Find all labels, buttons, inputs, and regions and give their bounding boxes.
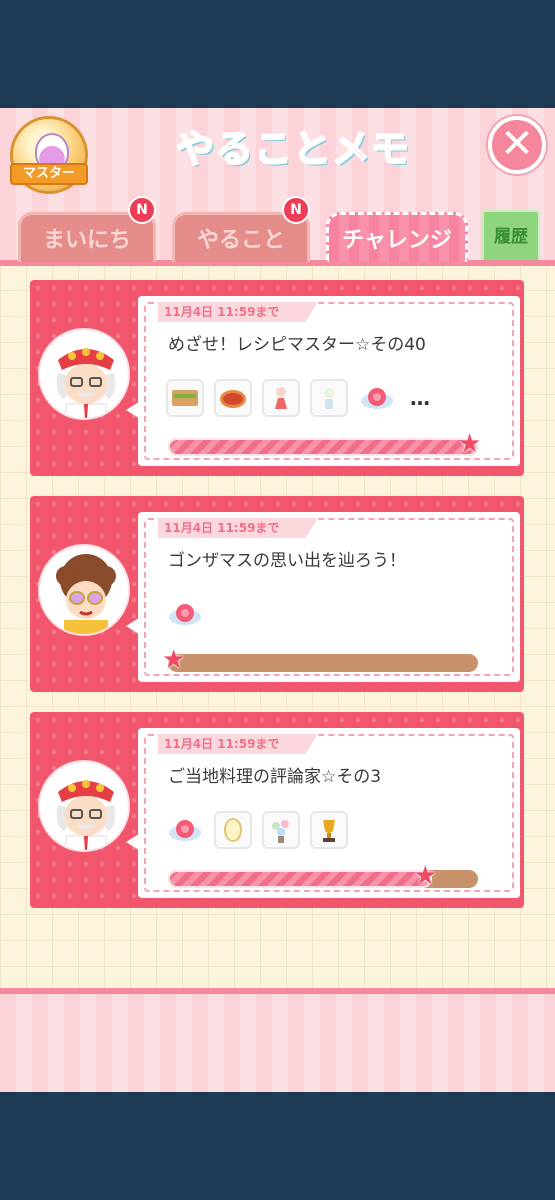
- trophy-icon[interactable]: [310, 811, 348, 849]
- task-progress-fill: [168, 438, 478, 456]
- sandwich-icon[interactable]: [166, 379, 204, 417]
- rose-token-icon[interactable]: [358, 379, 396, 417]
- avatar-curly: [38, 544, 130, 636]
- task-progress-bar: [168, 438, 478, 456]
- avatar-chef: [38, 328, 130, 420]
- tab-history-label: 履歴: [494, 227, 528, 247]
- task-deadline: 11月4日 11:59まで: [158, 302, 318, 322]
- egg-icon[interactable]: [214, 811, 252, 849]
- tab-todo-new-badge: N: [282, 196, 310, 224]
- star-icon: ★: [413, 861, 437, 891]
- reward-items: [166, 594, 204, 634]
- master-badge-label: マスター: [10, 163, 88, 185]
- task-progress-bar: [168, 654, 478, 672]
- tab-todo-label: やること: [196, 228, 285, 253]
- tab-daily-new-badge: N: [128, 196, 156, 224]
- more-items-indicator[interactable]: …: [410, 386, 430, 410]
- rose-token-icon[interactable]: [166, 595, 204, 633]
- reward-items: [166, 810, 348, 850]
- task-title: ご当地料理の評論家☆その3: [168, 767, 382, 787]
- task-deadline: 11月4日 11:59まで: [158, 518, 318, 538]
- task-panel: 11月4日 11:59まで ゴンザマスの思い出を辿ろう！ ★: [138, 512, 520, 682]
- avatar-chef: [38, 760, 130, 852]
- rose-token-icon[interactable]: [166, 811, 204, 849]
- figure-icon[interactable]: [262, 379, 300, 417]
- tab-daily-label: まいにち: [42, 228, 131, 253]
- task-card[interactable]: 11月4日 11:59まで ご当地料理の評論家☆その3 ★: [30, 712, 524, 908]
- tab-challenge-label: チャレンジ: [342, 228, 452, 253]
- reward-items: …: [166, 378, 430, 418]
- tab-challenge[interactable]: チャレンジ: [326, 212, 468, 262]
- pizza-icon[interactable]: [214, 379, 252, 417]
- task-title: ゴンザマスの思い出を辿ろう！: [168, 551, 406, 571]
- page-title: やることメモ: [175, 126, 410, 172]
- close-button[interactable]: ✕: [488, 116, 546, 174]
- task-card[interactable]: 11月4日 11:59まで ゴンザマスの思い出を辿ろう！ ★: [30, 496, 524, 692]
- task-card[interactable]: 11月4日 11:59まで めざせ！レシピマスター☆その40 … ★: [30, 280, 524, 476]
- footer-bar: [0, 988, 555, 1092]
- task-panel: 11月4日 11:59まで めざせ！レシピマスター☆その40 … ★: [138, 296, 520, 466]
- star-icon: ★: [162, 645, 186, 675]
- task-progress-fill: [168, 870, 432, 888]
- star-icon: ★: [458, 429, 482, 459]
- tab-history[interactable]: 履歴: [482, 210, 540, 260]
- todo-memo-dialog: マスター やることメモ ✕ まいにち N やること N チャレンジ 履歴 11月…: [0, 108, 555, 1092]
- flower-arrangement-icon[interactable]: [262, 811, 300, 849]
- task-deadline: 11月4日 11:59まで: [158, 734, 318, 754]
- task-title: めざせ！レシピマスター☆その40: [168, 335, 426, 355]
- flower-vase-icon[interactable]: [310, 379, 348, 417]
- task-panel: 11月4日 11:59まで ご当地料理の評論家☆その3 ★: [138, 728, 520, 898]
